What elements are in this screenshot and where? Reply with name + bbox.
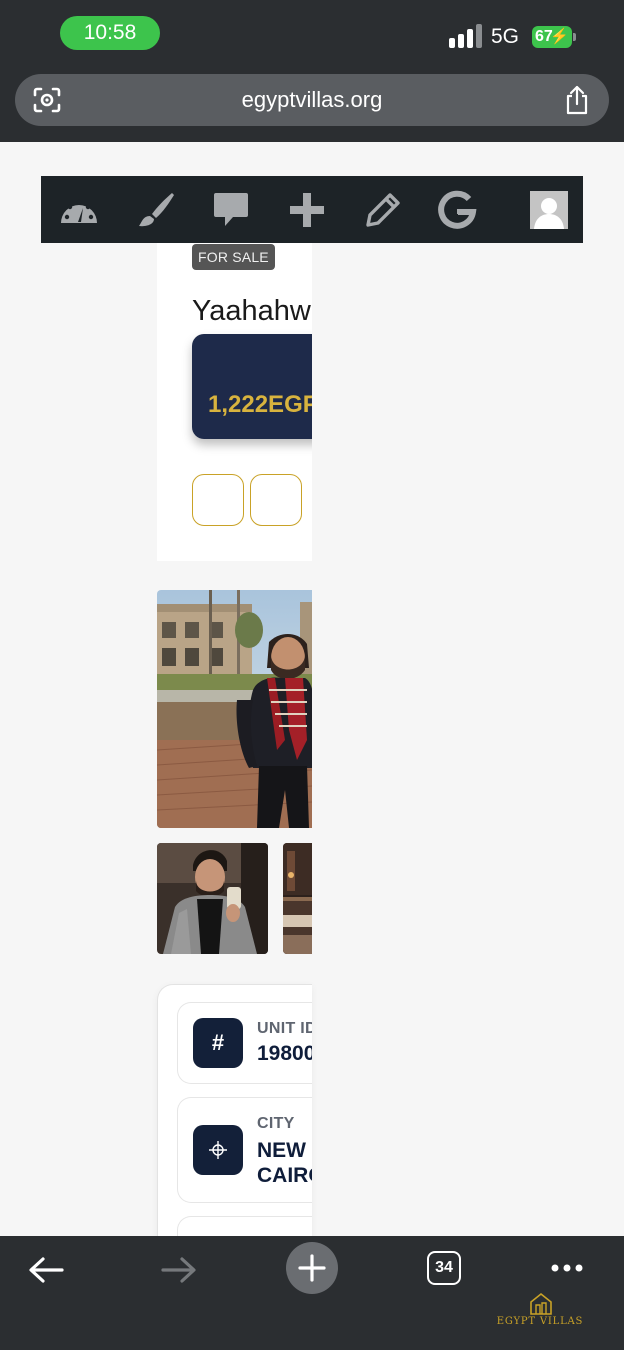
status-bar: 10:58 5G 67 ⚡ <box>0 0 624 68</box>
detail-label: UNIT ID <box>257 1020 312 1037</box>
property-details-card: # UNIT ID 19800 CITY NEW CAIRO <box>157 984 312 1236</box>
cellular-signal-icon <box>449 24 483 48</box>
new-content-icon[interactable] <box>285 176 329 243</box>
detail-label: CITY <box>257 1115 295 1132</box>
price-value: 1,222EGP <box>208 391 312 418</box>
more-icon[interactable] <box>546 1256 588 1280</box>
new-tab-icon[interactable] <box>286 1242 338 1294</box>
detail-row-unit-id: # UNIT ID 19800 <box>177 1002 312 1084</box>
address-bar[interactable]: egyptvillas.org <box>15 74 609 126</box>
tabs-icon[interactable]: 34 <box>427 1251 461 1285</box>
listing-action-button-2[interactable] <box>250 474 302 526</box>
crosshair-icon <box>193 1125 243 1175</box>
property-thumbnail-2[interactable] <box>283 843 312 954</box>
web-page: FOR SALE Yaahahw 1,222EGP # UNIT ID 1980… <box>0 142 624 1236</box>
detail-value: 19800 <box>257 1042 312 1065</box>
admin-bar <box>41 176 583 243</box>
browser-toolbar-top: egyptvillas.org <box>0 68 624 142</box>
detail-value-line1: NEW <box>257 1139 306 1162</box>
main-property-photo[interactable] <box>157 590 312 828</box>
back-arrow-icon[interactable] <box>26 1252 66 1288</box>
user-avatar[interactable] <box>529 176 569 243</box>
egypt-villas-logo: EGYPT VILLAS <box>496 1316 584 1327</box>
forward-arrow-icon[interactable] <box>159 1252 199 1288</box>
charging-bolt-icon: ⚡ <box>550 28 569 45</box>
network-type: 5G <box>491 25 520 48</box>
browser-toolbar-bottom: 34 EGYPT VILLAS <box>0 1236 624 1350</box>
for-sale-badge: FOR SALE <box>192 244 275 270</box>
hash-icon: # <box>193 1018 243 1068</box>
listing-title: Yaahahw <box>192 295 311 327</box>
egypt-villas-logo-icon <box>530 1292 552 1315</box>
edit-pencil-icon[interactable] <box>361 176 405 243</box>
detail-row-next <box>177 1216 312 1236</box>
listing-summary-card: FOR SALE Yaahahw 1,222EGP <box>157 243 312 561</box>
dashboard-icon[interactable] <box>57 176 101 243</box>
detail-row-city: CITY NEW CAIRO <box>177 1097 312 1203</box>
status-time: 10:58 <box>60 16 160 50</box>
detail-value-line2: CAIRO <box>257 1164 312 1187</box>
property-thumbnail-1[interactable] <box>157 843 268 954</box>
url-text[interactable]: egyptvillas.org <box>15 74 609 126</box>
battery-tip <box>573 33 576 41</box>
lens-icon[interactable] <box>33 87 61 113</box>
share-icon[interactable] <box>563 85 591 115</box>
price-box: 1,222EGP <box>192 334 312 439</box>
customize-brush-icon[interactable] <box>133 176 177 243</box>
listing-action-button-1[interactable] <box>192 474 244 526</box>
battery-icon: 67 ⚡ <box>532 26 572 48</box>
google-icon[interactable] <box>435 176 479 243</box>
comments-icon[interactable] <box>209 176 253 243</box>
